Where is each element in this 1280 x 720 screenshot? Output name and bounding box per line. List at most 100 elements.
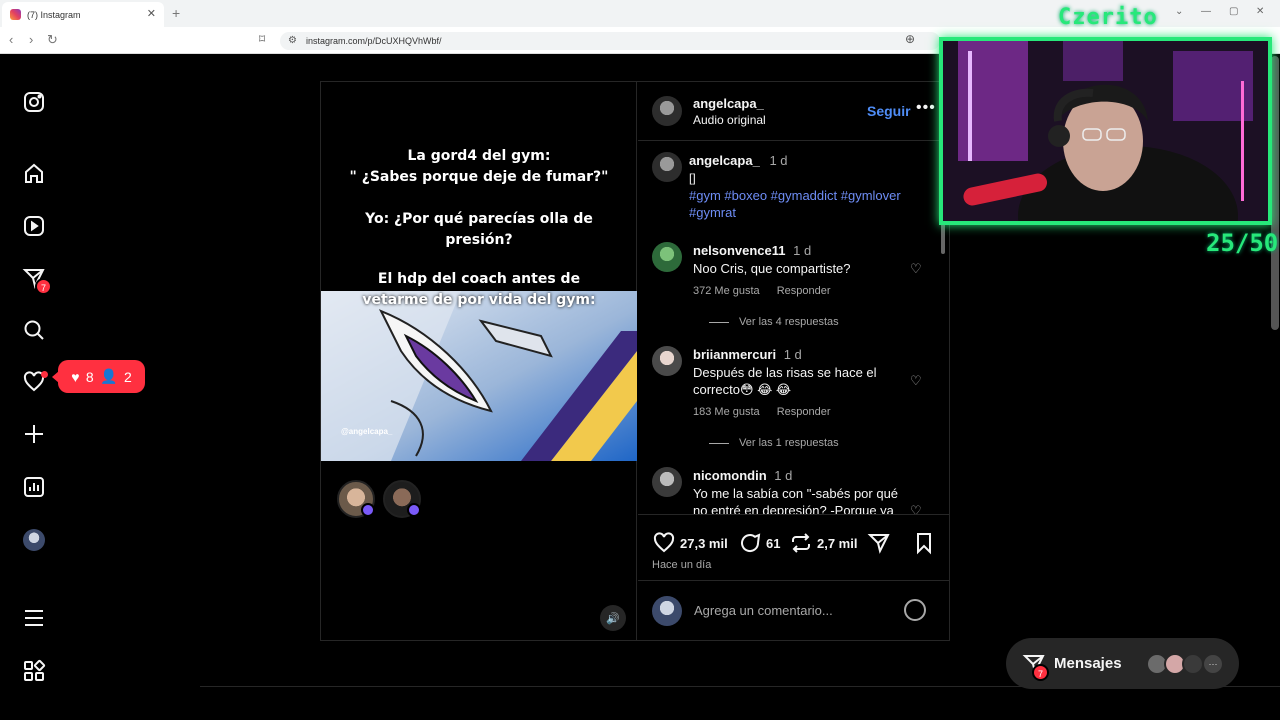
post-header: angelcapa_ Audio original Seguir ••• bbox=[638, 82, 950, 141]
instagram-logo-icon[interactable] bbox=[21, 89, 47, 115]
messages-badge: 7 bbox=[35, 278, 52, 295]
repost-button[interactable]: 2,7 mil bbox=[789, 531, 857, 555]
more-conversations: ··· bbox=[1202, 653, 1224, 675]
reload-icon[interactable]: ↻ bbox=[47, 32, 58, 48]
messages-pill-badge: 7 bbox=[1032, 664, 1049, 681]
audio-label[interactable]: Audio original bbox=[693, 113, 766, 127]
comment-count: 61 bbox=[766, 535, 781, 551]
comment-item: briianmercuri 1 d Después de las risas s… bbox=[652, 346, 942, 456]
meme-caption-top: La gord4 del gym: " ¿Sabes porque deje d… bbox=[349, 148, 609, 248]
webcam-overlay bbox=[939, 37, 1272, 225]
dashboard-icon[interactable] bbox=[21, 474, 47, 500]
url-field[interactable]: ⚙ instagram.com/p/DcUXHQVhWbf/ bbox=[280, 32, 940, 50]
comment-item: nicomondin 1 d Yo me la sabía con "-sabé… bbox=[652, 467, 942, 514]
meme-watermark: @angelcapa_ bbox=[341, 427, 393, 436]
conversation-avatar-3 bbox=[1182, 653, 1204, 675]
bookmark-save-icon bbox=[917, 533, 931, 555]
messages-pill[interactable]: 7 Mensajes ··· bbox=[1006, 638, 1239, 689]
repost-icon bbox=[792, 533, 810, 553]
url-text: instagram.com/p/DcUXHQVhWbf/ bbox=[306, 36, 442, 46]
bookmark-icon[interactable]: ⌑ bbox=[259, 32, 265, 46]
search-icon[interactable] bbox=[21, 317, 47, 343]
comment-like-icon[interactable]: ♡ bbox=[910, 503, 922, 514]
create-icon[interactable] bbox=[21, 421, 47, 447]
view-replies-button[interactable]: Ver las 4 respuestas bbox=[709, 316, 839, 328]
zoom-icon[interactable]: ⊕ bbox=[905, 32, 915, 46]
follow-button[interactable]: Seguir bbox=[867, 103, 911, 119]
comment-text: Yo me la sabía con "-sabés por qué no en… bbox=[693, 486, 899, 514]
comment-input[interactable]: Agrega un comentario... bbox=[694, 603, 833, 618]
share-button[interactable] bbox=[867, 531, 895, 555]
activity-follows-count: 2 bbox=[123, 368, 132, 385]
caption-avatar[interactable] bbox=[652, 152, 682, 182]
comment-avatar[interactable] bbox=[652, 346, 682, 376]
comment-like-icon[interactable]: ♡ bbox=[910, 373, 922, 389]
tab-title: (7) Instagram bbox=[27, 9, 81, 20]
save-button[interactable] bbox=[912, 531, 940, 555]
volume-icon[interactable]: 🔊 bbox=[600, 605, 626, 631]
add-comment-bar: Agrega un comentario... bbox=[638, 580, 950, 640]
comment-avatar[interactable] bbox=[652, 242, 682, 272]
caption-hashtags[interactable]: #gym #boxeo #gymaddict #gymlover #gymrat bbox=[689, 187, 924, 221]
heart-icon bbox=[653, 532, 675, 553]
comment-like-icon[interactable]: ♡ bbox=[910, 261, 922, 277]
comment-like-count[interactable]: 372 Me gusta bbox=[693, 285, 760, 297]
maximize-icon[interactable]: ▢ bbox=[1229, 6, 1238, 17]
follower-person-icon: 👤 bbox=[100, 368, 118, 384]
post-side-panel: angelcapa_ Audio original Seguir ••• ang… bbox=[638, 82, 950, 640]
site-info-icon[interactable]: ⚙ bbox=[288, 32, 297, 50]
view-replies-button[interactable]: Ver las 1 respuestas bbox=[709, 437, 839, 449]
instagram-favicon-icon bbox=[10, 9, 21, 20]
back-icon[interactable]: ‹ bbox=[9, 32, 13, 47]
comment-text: Después de las risas se hace el correcto… bbox=[693, 365, 877, 397]
sidebar: 7 bbox=[0, 54, 68, 720]
author-avatar[interactable] bbox=[652, 96, 682, 126]
repost-count: 2,7 mil bbox=[817, 535, 858, 551]
caption-text: [] bbox=[689, 171, 696, 185]
tab-search-icon[interactable]: ⌄ bbox=[1175, 6, 1183, 17]
post-actions: 27,3 mil 61 2,7 mil Hace un día bbox=[638, 514, 950, 580]
post-timestamp: Hace un día bbox=[652, 559, 712, 571]
caption-time: 1 d bbox=[769, 153, 788, 168]
comment-like-count[interactable]: 183 Me gusta bbox=[693, 406, 760, 418]
like-button[interactable]: 27,3 mil bbox=[652, 531, 728, 555]
reply-button[interactable]: Responder bbox=[777, 285, 831, 297]
caption-username[interactable]: angelcapa_ bbox=[689, 153, 760, 168]
current-user-avatar bbox=[652, 596, 682, 626]
close-window-icon[interactable]: ✕ bbox=[1256, 6, 1264, 17]
forward-icon[interactable]: › bbox=[29, 32, 33, 47]
comment-username[interactable]: nicomondin bbox=[693, 468, 767, 483]
tab-close-icon[interactable]: ✕ bbox=[147, 7, 156, 20]
home-icon[interactable] bbox=[21, 161, 47, 187]
minimize-icon[interactable]: — bbox=[1201, 6, 1211, 17]
more-options-icon[interactable]: ••• bbox=[916, 99, 936, 117]
comment-text: Noo Cris, que compartiste? bbox=[693, 261, 851, 276]
collab-badge-icon bbox=[361, 503, 375, 517]
activity-likes-count: 8 bbox=[85, 368, 94, 385]
apps-grid-icon[interactable] bbox=[21, 658, 47, 684]
reply-button[interactable]: Responder bbox=[777, 406, 831, 418]
more-menu-icon[interactable] bbox=[21, 605, 47, 631]
new-tab-icon[interactable]: + bbox=[172, 5, 180, 21]
comment-username[interactable]: briianmercuri bbox=[693, 347, 776, 362]
comment-time: 1 d bbox=[793, 243, 812, 258]
profile-avatar[interactable] bbox=[23, 529, 45, 551]
messages-label: Mensajes bbox=[1054, 655, 1122, 672]
comment-item: nelsonvence11 1 d Noo Cris, que comparti… bbox=[652, 242, 942, 337]
reels-icon[interactable] bbox=[21, 213, 47, 239]
page-scrollbar[interactable] bbox=[1271, 56, 1279, 330]
author-username[interactable]: angelcapa_ bbox=[693, 96, 766, 111]
streamer-name: Czerito bbox=[1058, 5, 1158, 30]
activity-popup[interactable]: ♥ 8 👤 2 bbox=[52, 360, 145, 393]
post-media[interactable]: La gord4 del gym: " ¿Sabes porque deje d… bbox=[321, 82, 637, 640]
comment-time: 1 d bbox=[774, 468, 793, 483]
comment-button[interactable]: 61 bbox=[738, 531, 780, 555]
emoji-icon[interactable] bbox=[904, 599, 926, 621]
post-modal: La gord4 del gym: " ¿Sabes porque deje d… bbox=[320, 81, 950, 641]
comments-list[interactable]: angelcapa_ 1 d [] #gym #boxeo #gymaddict… bbox=[638, 142, 950, 514]
browser-tab[interactable]: (7) Instagram ✕ bbox=[2, 2, 164, 27]
comment-username[interactable]: nelsonvence11 bbox=[693, 243, 786, 258]
comment-time: 1 d bbox=[783, 347, 802, 362]
comment-avatar[interactable] bbox=[652, 467, 682, 497]
comment-bubble-icon bbox=[741, 533, 761, 552]
